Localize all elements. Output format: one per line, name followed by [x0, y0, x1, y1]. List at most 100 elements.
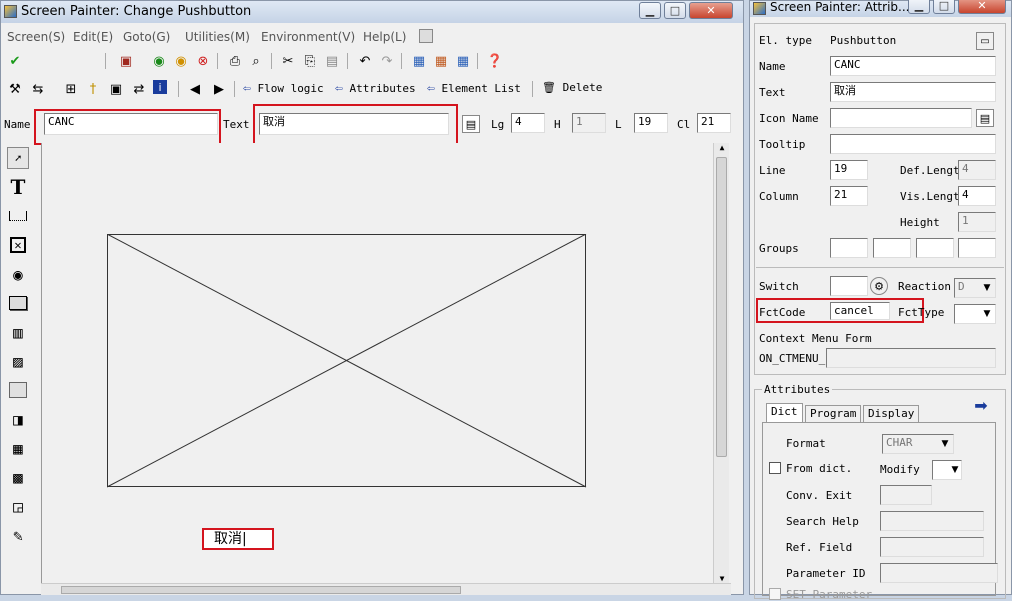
- menu-extra-icon[interactable]: [419, 29, 433, 43]
- cut-icon[interactable]: ✂: [279, 52, 297, 70]
- layout-icon-2[interactable]: ▦: [432, 52, 450, 70]
- menu-screen[interactable]: Screen(S): [7, 30, 65, 44]
- vis-length-field[interactable]: 4: [958, 186, 996, 206]
- attr-name-field[interactable]: CANC: [830, 56, 996, 76]
- parameter-id-field[interactable]: [880, 563, 998, 583]
- wand-icon[interactable]: ⚒: [6, 80, 24, 98]
- tab-program[interactable]: Program: [805, 405, 862, 423]
- menu-environment[interactable]: Environment(V): [261, 30, 355, 44]
- input-field-tool-icon[interactable]: [7, 205, 29, 227]
- icon-list-icon[interactable]: ▤: [976, 109, 994, 127]
- group-field-3[interactable]: [916, 238, 954, 258]
- next-icon[interactable]: ▶: [210, 80, 228, 98]
- text-tool-icon[interactable]: T: [7, 175, 29, 199]
- layout-canvas[interactable]: 取消|: [41, 143, 731, 583]
- ref-field-field[interactable]: [880, 537, 984, 557]
- tab-display[interactable]: Display: [863, 405, 920, 423]
- reaction-dropdown-icon[interactable]: ▼: [978, 279, 996, 297]
- paste-icon[interactable]: ▤: [323, 52, 341, 70]
- switch-field[interactable]: [830, 276, 868, 296]
- el-type-button-icon[interactable]: ▭: [976, 32, 994, 50]
- undo-icon[interactable]: ↶: [356, 52, 374, 70]
- radio-tool-icon[interactable]: ◉: [7, 263, 29, 285]
- element-list-button[interactable]: ⇦ Element List: [427, 81, 521, 96]
- scroll-up-icon[interactable]: ▲: [714, 143, 730, 152]
- table-wizard-icon[interactable]: ▩: [7, 466, 29, 488]
- l-field[interactable]: 19: [634, 113, 668, 133]
- modify-dropdown-icon[interactable]: ▼: [946, 461, 964, 479]
- on-ctmenu-field[interactable]: [826, 348, 996, 368]
- canvas-horizontal-scrollbar[interactable]: [41, 583, 731, 595]
- tabstrip-tool-icon[interactable]: ▥: [7, 321, 29, 343]
- pushbutton-tool-icon[interactable]: [7, 292, 29, 314]
- box-tool-icon[interactable]: [7, 379, 29, 401]
- print-icon[interactable]: ⎙: [226, 52, 244, 70]
- attributes-button[interactable]: ⇦ Attributes: [335, 81, 416, 96]
- scroll-thumb[interactable]: [716, 157, 727, 457]
- canvas-vertical-scrollbar[interactable]: ▲ ▼: [713, 143, 729, 583]
- minimize-button[interactable]: ▁: [639, 2, 661, 19]
- tab-dict[interactable]: Dict: [766, 403, 803, 423]
- graphic-icon[interactable]: ▣: [107, 80, 125, 98]
- previous-icon[interactable]: ◀: [186, 80, 204, 98]
- from-dict-checkbox[interactable]: [769, 462, 781, 474]
- info-icon[interactable]: i: [153, 80, 167, 94]
- attr-maximize-button[interactable]: □: [933, 0, 955, 14]
- find-icon[interactable]: ⌕: [247, 52, 265, 70]
- attr-close-button[interactable]: ✕: [958, 0, 1006, 14]
- search-help-field[interactable]: [880, 511, 984, 531]
- pin-icon[interactable]: †: [84, 80, 102, 98]
- cancel-icon[interactable]: ⊗: [194, 52, 212, 70]
- back-icon[interactable]: ◉: [150, 52, 168, 70]
- scroll-down-icon[interactable]: ▼: [714, 574, 730, 583]
- switch-settings-icon[interactable]: ⚙: [870, 277, 888, 295]
- checkbox-tool-icon[interactable]: ✕: [7, 234, 29, 256]
- icon-name-field[interactable]: [830, 108, 972, 128]
- flow-logic-button[interactable]: ⇦ Flow logic: [243, 81, 324, 96]
- move-icon[interactable]: ⇄: [130, 80, 148, 98]
- set-parameter-checkbox[interactable]: [769, 588, 781, 600]
- delete-button[interactable]: 🗑 Delete: [542, 81, 602, 94]
- line-field[interactable]: 19: [830, 160, 868, 180]
- hscroll-thumb[interactable]: [61, 586, 461, 594]
- divider: [756, 267, 1004, 268]
- column-field[interactable]: 21: [830, 186, 868, 206]
- cancel-pushbutton[interactable]: 取消|: [202, 528, 274, 550]
- fcttype-dropdown-icon[interactable]: ▼: [978, 305, 996, 323]
- copy-icon[interactable]: ⎘: [301, 52, 319, 70]
- menu-help[interactable]: Help(L): [363, 30, 406, 44]
- close-button[interactable]: ✕: [689, 2, 733, 19]
- pointer-tool-icon[interactable]: ➚: [7, 147, 29, 169]
- check-icon[interactable]: ✔: [6, 52, 24, 70]
- cl-field[interactable]: 21: [697, 113, 731, 133]
- help-icon[interactable]: ❓: [486, 52, 504, 70]
- format-dropdown-icon[interactable]: ▼: [936, 435, 954, 453]
- tabstrip-wizard-icon[interactable]: ▨: [7, 350, 29, 372]
- menu-utilities[interactable]: Utilities(M): [185, 30, 250, 44]
- custom-control-icon[interactable]: ◲: [7, 495, 29, 517]
- maximize-button[interactable]: □: [664, 2, 686, 19]
- group-field-1[interactable]: [830, 238, 868, 258]
- layout-icon-3[interactable]: ▦: [454, 52, 472, 70]
- save-icon[interactable]: ▣: [117, 52, 135, 70]
- conv-exit-field[interactable]: [880, 485, 932, 505]
- exit-icon[interactable]: ◉: [172, 52, 190, 70]
- table-control-icon[interactable]: ▦: [7, 437, 29, 459]
- arrow-right-icon[interactable]: ➡: [972, 396, 990, 415]
- text-list-icon[interactable]: ▤: [462, 115, 480, 133]
- layout-icon-1[interactable]: ▦: [410, 52, 428, 70]
- status-icon-tool[interactable]: ✎: [7, 524, 29, 546]
- tree-icon[interactable]: ⊞: [62, 80, 80, 98]
- attr-minimize-button[interactable]: ▁: [908, 0, 930, 14]
- menu-goto[interactable]: Goto(G): [123, 30, 170, 44]
- lg-field[interactable]: 4: [511, 113, 545, 133]
- tooltip-field[interactable]: [830, 134, 996, 154]
- redo-icon[interactable]: ↷: [378, 52, 396, 70]
- attr-text-field[interactable]: 取消: [830, 82, 996, 102]
- subscreen-tool-icon[interactable]: ◨: [7, 408, 29, 430]
- group-field-4[interactable]: [958, 238, 996, 258]
- group-field-2[interactable]: [873, 238, 911, 258]
- custom-control-placeholder[interactable]: [107, 234, 587, 488]
- menu-edit[interactable]: Edit(E): [73, 30, 113, 44]
- hierarchy-icon[interactable]: ⇆: [29, 80, 47, 98]
